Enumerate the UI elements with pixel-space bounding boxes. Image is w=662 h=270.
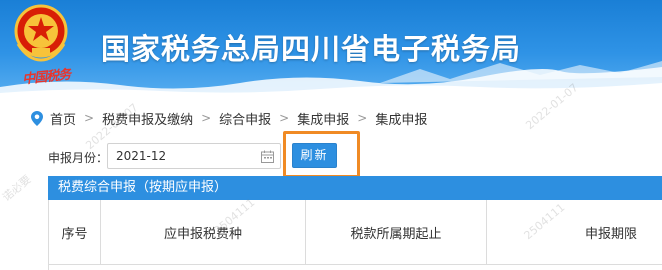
col-header-index: 序号 (49, 200, 101, 264)
breadcrumb-separator: > (84, 111, 95, 125)
tax-emblem-icon (14, 4, 68, 62)
col-header-deadline: 申报期限 (584, 226, 637, 242)
table-row-divider (49, 264, 662, 265)
month-label: 申报月份： (48, 151, 109, 165)
location-pin-icon (31, 110, 43, 126)
watermark-text: 诺必要 (0, 172, 34, 204)
breadcrumb-separator: > (279, 111, 290, 125)
col-header-tax-type: 应申报税费种 (101, 200, 306, 264)
breadcrumb-separator: > (357, 111, 368, 125)
month-value: 2021-12 (116, 149, 167, 163)
refresh-button[interactable]: 刷新 (292, 143, 337, 168)
filing-table: 序号 应申报税费种 税款所属期起止 申报期限 (48, 200, 662, 270)
col-header-tax-period: 税款所属期起止 (306, 200, 487, 264)
month-picker-input[interactable]: 2021-12 (107, 143, 281, 169)
breadcrumb: 首页 > 税费申报及缴纳 > 综合申报 > 集成申报 > 集成申报 (31, 108, 427, 128)
calendar-icon[interactable] (261, 150, 274, 163)
breadcrumb-separator: > (201, 111, 212, 125)
section-title-bar: 税费综合申报（按期应申报） (48, 176, 662, 200)
breadcrumb-comprehensive[interactable]: 综合申报 (219, 109, 271, 128)
header-banner: 中国税务 国家税务总局四川省电子税务局 (0, 0, 662, 97)
breadcrumb-home[interactable]: 首页 (50, 109, 76, 128)
breadcrumb-integrated[interactable]: 集成申报 (297, 109, 349, 128)
breadcrumb-current: 集成申报 (375, 112, 428, 128)
breadcrumb-tax-filing[interactable]: 税费申报及缴纳 (102, 109, 193, 128)
site-title: 国家税务总局四川省电子税务局 (101, 32, 522, 66)
